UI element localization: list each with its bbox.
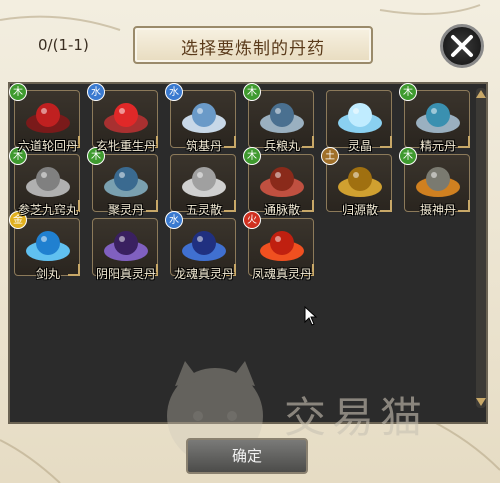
pill-art-icon — [26, 103, 70, 133]
pill-item[interactable]: 水龙魂真灵丹 — [165, 211, 236, 281]
pill-name: 归源散 — [341, 203, 378, 217]
pill-art-icon — [260, 167, 304, 197]
mouse-cursor-icon — [304, 306, 318, 326]
pill-item[interactable]: 灵晶 — [326, 90, 392, 153]
close-icon — [451, 35, 473, 57]
pill-art-icon — [416, 103, 460, 133]
pill-item[interactable]: 木六道轮回丹 — [9, 83, 80, 153]
pill-name: 灵晶 — [347, 139, 372, 153]
pill-item[interactable]: 水玄牝重生丹 — [87, 83, 158, 153]
pill-item[interactable]: 水筑基丹 — [165, 83, 236, 153]
dialog-title: 选择要炼制的丹药 — [181, 39, 325, 59]
pill-item[interactable]: 土归源散 — [321, 147, 392, 217]
pill-item[interactable]: 木聚灵丹 — [87, 147, 158, 217]
element-badge: 木 — [399, 83, 417, 101]
pill-name: 六道轮回丹 — [17, 139, 78, 153]
pill-name: 阴阳真灵丹 — [95, 267, 156, 281]
scroll-up-arrow-icon[interactable] — [475, 88, 487, 100]
pill-item[interactable]: 火凤魂真灵丹 — [243, 211, 314, 281]
pill-art-icon — [182, 231, 226, 261]
watermark-text: 交易猫 — [284, 393, 429, 442]
title-banner: 选择要炼制的丹药 — [133, 26, 373, 64]
scroll-down-arrow-icon[interactable] — [475, 396, 487, 408]
pill-art-icon — [338, 167, 382, 197]
pill-item[interactable]: 阴阳真灵丹 — [92, 218, 158, 281]
pill-item[interactable]: 木通脉散 — [243, 147, 314, 217]
pill-art-icon — [416, 167, 460, 197]
pill-art-icon — [182, 103, 226, 133]
pill-name: 龙魂真灵丹 — [173, 267, 234, 281]
pill-name: 玄牝重生丹 — [95, 139, 156, 153]
pill-art-icon — [260, 231, 304, 261]
pill-art-icon — [338, 103, 382, 133]
selection-count: 0/(1-1) — [38, 36, 89, 54]
pill-name: 参芝九窍丸 — [17, 203, 78, 217]
pill-name: 剑丸 — [35, 267, 60, 281]
pill-item[interactable]: 木参芝九窍丸 — [9, 147, 80, 217]
scrollbar-track[interactable] — [476, 88, 486, 408]
pill-item[interactable]: 木兵粮丸 — [243, 83, 314, 153]
pill-art-icon — [104, 167, 148, 197]
pill-art-icon — [182, 167, 226, 197]
pill-name: 五灵散 — [185, 203, 222, 217]
element-badge: 木 — [243, 83, 261, 101]
close-button[interactable] — [440, 24, 484, 68]
pill-item[interactable]: 五灵散 — [170, 154, 236, 217]
pill-item[interactable]: 木精元丹 — [399, 83, 470, 153]
pill-art-icon — [26, 167, 70, 197]
pill-art-icon — [26, 231, 70, 261]
pill-name: 摄神丹 — [419, 203, 456, 217]
pill-art-icon — [260, 103, 304, 133]
pill-art-icon — [104, 231, 148, 261]
confirm-button[interactable]: 确定 — [186, 438, 308, 474]
pill-art-icon — [104, 103, 148, 133]
pill-name: 精元丹 — [419, 139, 456, 153]
pill-item[interactable]: 木摄神丹 — [399, 147, 470, 217]
pill-name: 聚灵丹 — [107, 203, 144, 217]
element-badge: 水 — [87, 83, 105, 101]
element-badge: 木 — [9, 83, 27, 101]
pill-name: 筑基丹 — [185, 139, 222, 153]
pill-name: 通脉散 — [263, 203, 300, 217]
element-badge: 水 — [165, 83, 183, 101]
pill-name: 凤魂真灵丹 — [251, 267, 312, 281]
pill-item[interactable]: 金剑丸 — [9, 211, 80, 281]
pill-name: 兵粮丸 — [263, 139, 300, 153]
